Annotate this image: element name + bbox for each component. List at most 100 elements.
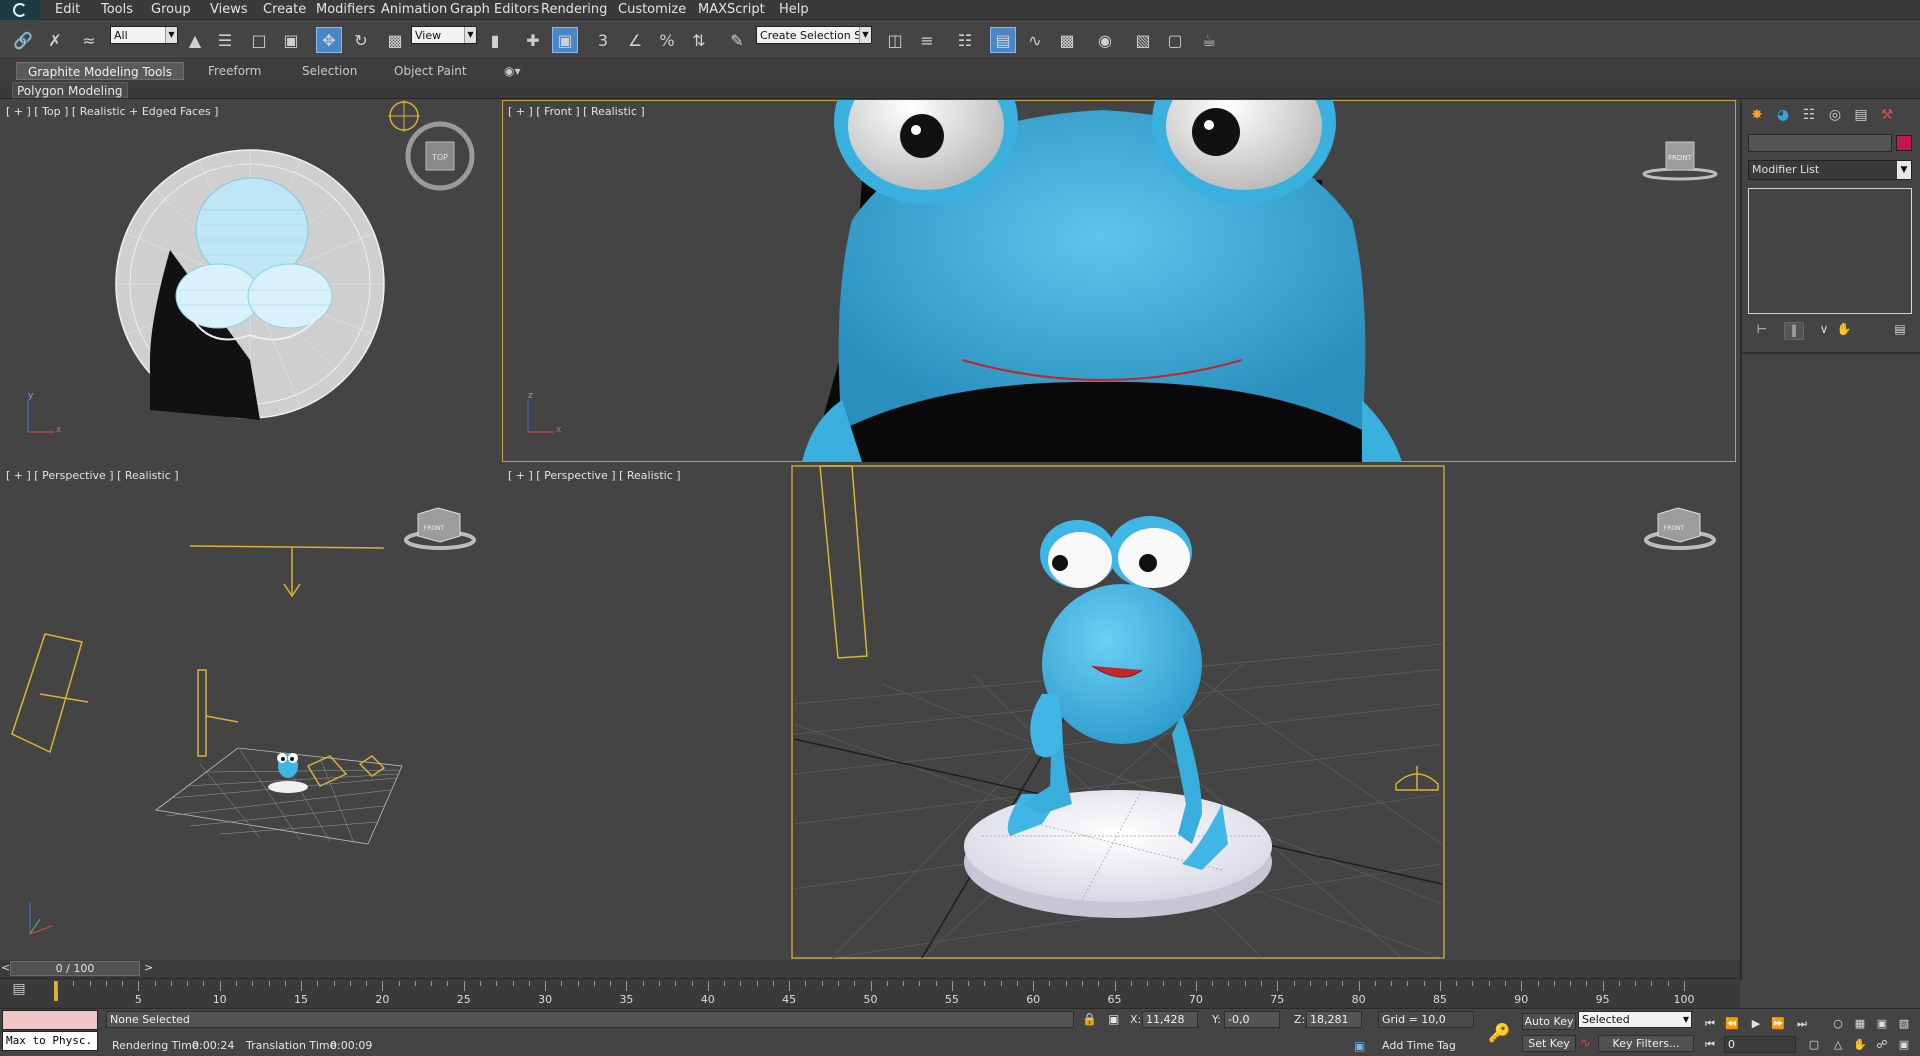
menu-maxscript[interactable]: MAXScript xyxy=(698,2,765,17)
go-to-start-icon[interactable]: ⏮ xyxy=(1700,1015,1720,1033)
select-and-move-icon[interactable]: ✥ xyxy=(316,27,342,53)
bind-space-warp-icon[interactable]: ≈ xyxy=(76,27,102,53)
z-coordinate-field[interactable]: 18,281 xyxy=(1306,1011,1362,1028)
menu-create[interactable]: Create xyxy=(263,2,306,17)
key-mode-toggle-icon[interactable]: ⏮ xyxy=(1700,1036,1720,1054)
track-bar[interactable]: ▤ 5 10 15 20 25 30 35 40 45 50 55 60 65 70 75 80 85 90 95 1… xyxy=(0,978,1740,1008)
menu-customize[interactable]: Customize xyxy=(618,2,686,17)
viewport-top[interactable]: [ + ] [ Top ] [ Realistic + Edged Faces … xyxy=(0,100,500,462)
time-configuration-icon[interactable]: ▢ xyxy=(1804,1036,1824,1054)
polygon-modeling-panel[interactable]: Polygon Modeling xyxy=(12,82,128,98)
current-frame-field[interactable]: 0 xyxy=(1724,1036,1796,1053)
configure-modifier-sets-icon[interactable]: ▤ xyxy=(1890,322,1910,340)
viewport-label[interactable]: [ + ] [ Top ] [ Realistic + Edged Faces … xyxy=(6,105,218,118)
render-production-icon[interactable]: ☕ xyxy=(1196,27,1222,53)
snaps-toggle-icon[interactable]: 3 xyxy=(590,27,616,53)
key-mode-dropdown[interactable]: Selected ▼ xyxy=(1578,1011,1692,1028)
tab-freeform[interactable]: Freeform xyxy=(200,62,269,80)
menu-animation[interactable]: Animation xyxy=(381,2,447,17)
time-slider[interactable]: < 0 / 100 > xyxy=(0,960,1740,978)
orbit-icon[interactable]: ☍ xyxy=(1872,1036,1892,1054)
viewport-label[interactable]: [ + ] [ Front ] [ Realistic ] xyxy=(508,105,645,118)
modify-tab-icon[interactable]: ◕ xyxy=(1772,104,1794,126)
viewport-perspective-right[interactable]: [ + ] [ Perspective ] [ Realistic ] FRON… xyxy=(502,464,1736,960)
maxscript-listener-input[interactable]: Max to Physc. xyxy=(2,1031,98,1051)
lock-selection-icon[interactable]: 🔒 xyxy=(1082,1012,1097,1026)
set-key-button[interactable]: Set Key xyxy=(1522,1035,1576,1052)
add-time-tag[interactable]: Add Time Tag xyxy=(1382,1039,1456,1052)
percent-snap-icon[interactable]: % xyxy=(654,27,680,53)
select-object-icon[interactable]: ▲ xyxy=(182,27,208,53)
select-and-manipulate-icon[interactable]: ✚ xyxy=(520,27,546,53)
utilities-tab-icon[interactable]: ⚒ xyxy=(1876,104,1898,126)
next-frame-icon[interactable]: ⏩ xyxy=(1768,1015,1788,1033)
create-tab-icon[interactable]: ✸ xyxy=(1746,104,1768,126)
graphite-modeling-toggle-icon[interactable]: ▤ xyxy=(990,27,1016,53)
select-and-rotate-icon[interactable]: ↻ xyxy=(348,27,374,53)
select-and-link-icon[interactable]: 🔗 xyxy=(10,27,36,53)
make-unique-icon[interactable]: ∨ xyxy=(1814,322,1834,340)
mirror-icon[interactable]: ◫ xyxy=(882,27,908,53)
pin-stack-icon[interactable]: ⊢ xyxy=(1752,322,1772,340)
curve-editor-icon[interactable]: ∿ xyxy=(1022,27,1048,53)
reference-coordinate-dropdown[interactable]: View ▼ xyxy=(411,26,477,44)
time-slider-thumb[interactable]: 0 / 100 xyxy=(10,961,140,976)
zoom-all-icon[interactable]: ▦ xyxy=(1850,1015,1870,1033)
edit-named-selection-icon[interactable]: ✎ xyxy=(724,27,750,53)
menu-graph-editors[interactable]: Graph Editors xyxy=(450,2,539,17)
zoom-icon[interactable]: ○ xyxy=(1828,1015,1848,1033)
select-and-scale-icon[interactable]: ▩ xyxy=(382,27,408,53)
tab-selection[interactable]: Selection xyxy=(294,62,365,80)
application-button[interactable] xyxy=(0,0,40,20)
selection-filter-dropdown[interactable]: All ▼ xyxy=(110,26,178,44)
pivot-center-icon[interactable]: ▮ xyxy=(482,27,508,53)
go-to-end-icon[interactable]: ⏭ xyxy=(1792,1015,1812,1033)
keyboard-shortcut-override-icon[interactable]: ▣ xyxy=(552,27,578,53)
tab-object-paint[interactable]: Object Paint xyxy=(386,62,475,80)
auto-key-button[interactable]: Auto Key xyxy=(1522,1013,1576,1030)
object-name-field[interactable] xyxy=(1748,134,1892,152)
remove-modifier-icon[interactable]: ✋ xyxy=(1834,322,1854,340)
maxscript-listener-output[interactable] xyxy=(2,1010,98,1030)
field-of-view-icon[interactable]: △ xyxy=(1828,1036,1848,1054)
viewport-front[interactable]: [ + ] [ Front ] [ Realistic ] FRONT z x xyxy=(502,100,1736,462)
maximize-viewport-icon[interactable]: ▣ xyxy=(1894,1036,1914,1054)
play-icon[interactable]: ▶ xyxy=(1746,1015,1766,1033)
render-setup-icon[interactable]: ▧ xyxy=(1130,27,1156,53)
viewport-label[interactable]: [ + ] [ Perspective ] [ Realistic ] xyxy=(6,469,179,482)
viewport-perspective-left[interactable]: [ + ] [ Perspective ] [ Realistic ] FRON… xyxy=(0,464,500,960)
show-end-result-icon[interactable]: ‖ xyxy=(1784,322,1804,340)
previous-frame-icon[interactable]: ⏪ xyxy=(1722,1015,1742,1033)
hierarchy-tab-icon[interactable]: ☷ xyxy=(1798,104,1820,126)
unlink-icon[interactable]: ✗ xyxy=(42,27,68,53)
schematic-view-icon[interactable]: ▩ xyxy=(1054,27,1080,53)
select-by-name-icon[interactable]: ☰ xyxy=(212,27,238,53)
y-coordinate-field[interactable]: -0,0 xyxy=(1224,1011,1280,1028)
pan-view-icon[interactable]: ✋ xyxy=(1850,1036,1870,1054)
next-frame-icon[interactable]: > xyxy=(144,961,153,974)
menu-help[interactable]: Help xyxy=(779,2,809,17)
x-coordinate-field[interactable]: 11,428 xyxy=(1142,1011,1198,1028)
absolute-mode-icon[interactable]: ▣ xyxy=(1108,1012,1119,1026)
add-time-tag-icon[interactable]: ▣ xyxy=(1354,1039,1365,1053)
spinner-snap-icon[interactable]: ⇅ xyxy=(686,27,712,53)
menu-views[interactable]: Views xyxy=(210,2,248,17)
ribbon-options-icon[interactable]: ◉▾ xyxy=(496,62,529,80)
zoom-extents-all-icon[interactable]: ▧ xyxy=(1894,1015,1914,1033)
viewport-label[interactable]: [ + ] [ Perspective ] [ Realistic ] xyxy=(508,469,681,482)
mini-curve-editor-icon[interactable]: ▤ xyxy=(4,981,34,1003)
prev-frame-icon[interactable]: < xyxy=(1,961,10,974)
object-color-swatch[interactable] xyxy=(1896,135,1912,151)
modifier-list-dropdown[interactable]: Modifier List ▼ xyxy=(1748,160,1912,180)
window-crossing-icon[interactable]: ▣ xyxy=(278,27,304,53)
modifier-stack[interactable] xyxy=(1748,188,1912,314)
set-key-icon[interactable]: 🔑 xyxy=(1488,1023,1510,1044)
menu-tools[interactable]: Tools xyxy=(101,2,133,17)
key-filters-button[interactable]: Key Filters... xyxy=(1598,1035,1694,1052)
zoom-extents-icon[interactable]: ▣ xyxy=(1872,1015,1892,1033)
menu-group[interactable]: Group xyxy=(151,2,191,17)
layer-manager-icon[interactable]: ☷ xyxy=(952,27,978,53)
menu-modifiers[interactable]: Modifiers xyxy=(316,2,375,17)
named-selection-set-dropdown[interactable]: Create Selection Se ▼ xyxy=(756,26,872,44)
rendered-frame-window-icon[interactable]: ▢ xyxy=(1162,27,1188,53)
